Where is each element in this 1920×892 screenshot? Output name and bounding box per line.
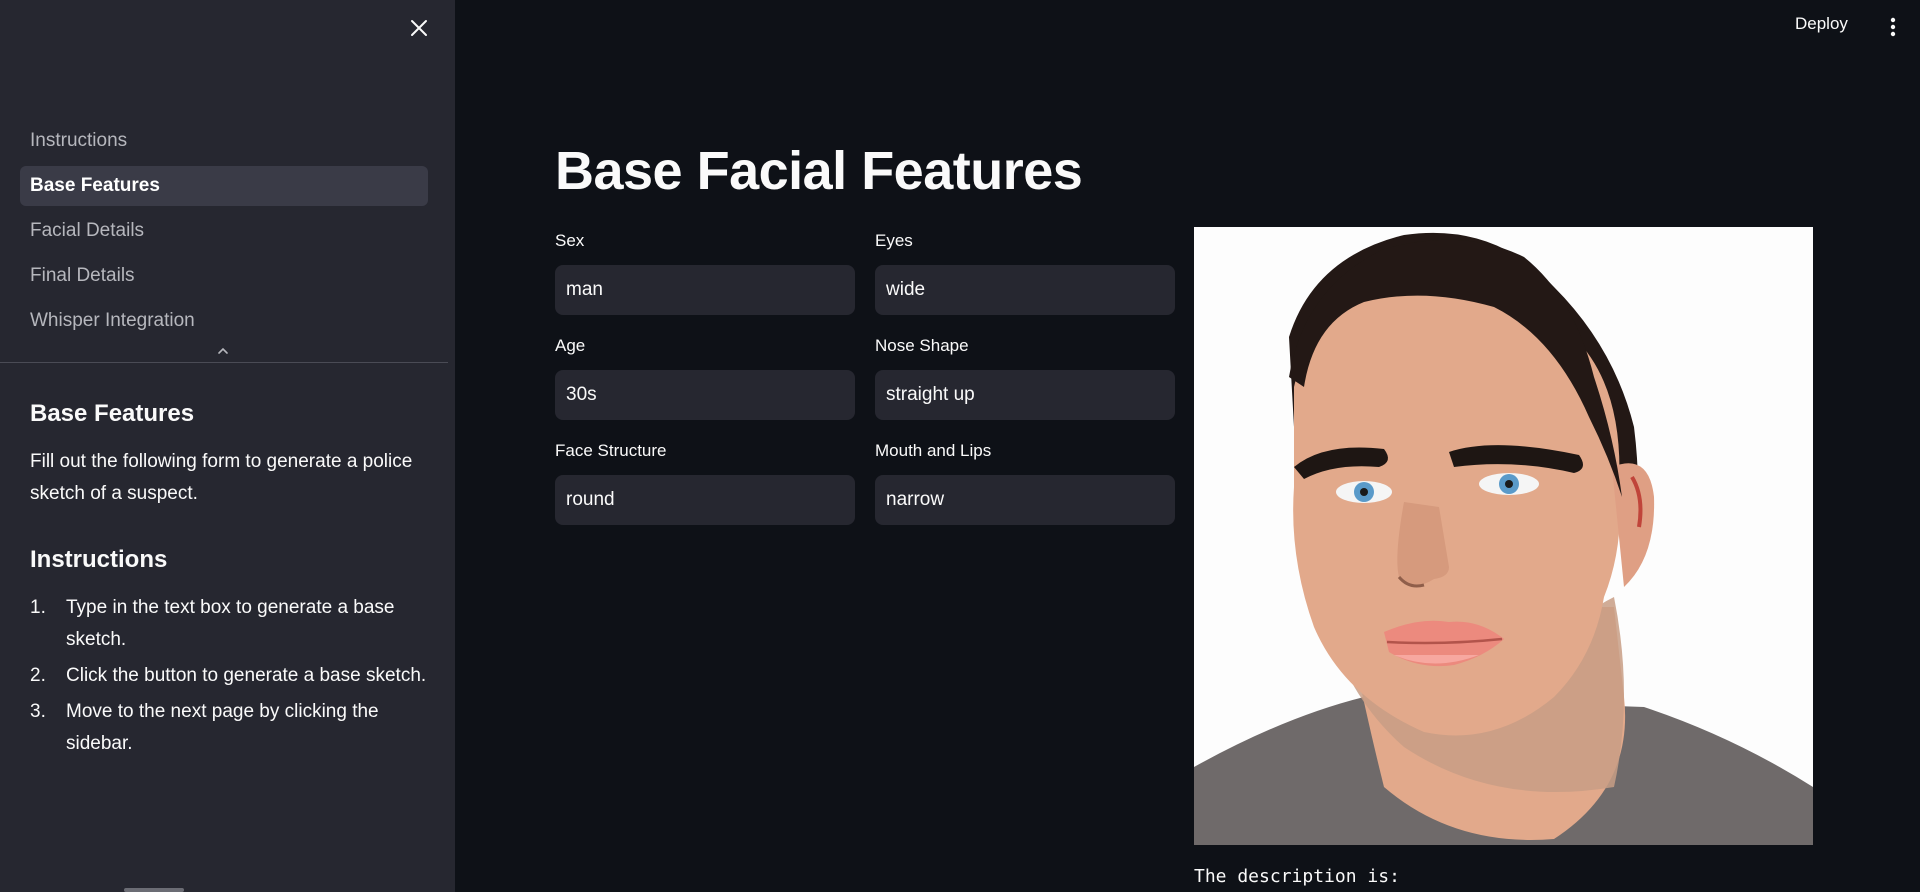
kebab-menu-icon xyxy=(1890,17,1896,37)
nav-collapse-button[interactable] xyxy=(214,344,232,358)
deploy-button[interactable]: Deploy xyxy=(1795,14,1848,38)
sidebar: Instructions Base Features Facial Detail… xyxy=(0,0,455,892)
eyes-label: Eyes xyxy=(875,231,913,250)
list-item: 3. Move to the next page by clicking the… xyxy=(30,696,430,760)
list-item-text: Click the button to generate a base sket… xyxy=(66,665,427,686)
sidebar-section-title: Base Features xyxy=(30,400,195,427)
sidebar-item-final-details[interactable]: Final Details xyxy=(20,256,428,296)
sex-input[interactable] xyxy=(555,265,855,315)
list-item: 1. Type in the text box to generate a ba… xyxy=(30,592,430,656)
list-item-text: Type in the text box to generate a base … xyxy=(66,597,395,650)
instructions-list: 1. Type in the text box to generate a ba… xyxy=(30,592,430,760)
age-input[interactable] xyxy=(555,370,855,420)
sidebar-item-instructions[interactable]: Instructions xyxy=(20,121,428,161)
face-structure-input[interactable] xyxy=(555,475,855,525)
mouth-lips-input[interactable] xyxy=(875,475,1175,525)
sidebar-item-base-features[interactable]: Base Features xyxy=(20,166,428,206)
page-title: Base Facial Features xyxy=(555,141,1083,201)
sidebar-instructions-title: Instructions xyxy=(30,546,168,573)
close-sidebar-button[interactable] xyxy=(405,14,433,42)
description-text: The description is: xyxy=(1194,866,1400,887)
age-label: Age xyxy=(555,336,586,355)
sidebar-item-whisper-integration[interactable]: Whisper Integration xyxy=(20,301,428,341)
nose-shape-input[interactable] xyxy=(875,370,1175,420)
nose-shape-label: Nose Shape xyxy=(875,336,969,355)
list-item-number: 1. xyxy=(30,597,46,618)
suspect-sketch-illustration xyxy=(1194,227,1813,845)
sidebar-section-text: Fill out the following form to generate … xyxy=(30,451,413,504)
eyes-field: Eyes xyxy=(875,231,1175,315)
sex-label: Sex xyxy=(555,231,585,250)
nose-shape-field: Nose Shape xyxy=(875,336,1175,420)
sidebar-nav: Instructions Base Features Facial Detail… xyxy=(20,121,428,346)
list-item-text: Move to the next page by clicking the si… xyxy=(66,701,379,754)
sidebar-item-facial-details[interactable]: Facial Details xyxy=(20,211,428,251)
sex-field: Sex xyxy=(555,231,855,315)
main-menu-button[interactable] xyxy=(1882,14,1904,40)
mouth-lips-field: Mouth and Lips xyxy=(875,441,1175,525)
chevron-up-icon xyxy=(218,347,228,354)
list-item: 2. Click the button to generate a base s… xyxy=(30,660,430,692)
generated-sketch-image xyxy=(1194,227,1813,845)
horizontal-scrollbar[interactable] xyxy=(124,888,184,892)
face-structure-label: Face Structure xyxy=(555,441,667,460)
age-field: Age xyxy=(555,336,855,420)
sidebar-content: Base Features Fill out the following for… xyxy=(30,400,430,764)
mouth-lips-label: Mouth and Lips xyxy=(875,441,992,460)
sidebar-divider xyxy=(0,362,448,363)
list-item-number: 2. xyxy=(30,665,46,686)
list-item-number: 3. xyxy=(30,701,46,722)
eyes-input[interactable] xyxy=(875,265,1175,315)
face-structure-field: Face Structure xyxy=(555,441,855,525)
close-icon xyxy=(411,20,427,36)
